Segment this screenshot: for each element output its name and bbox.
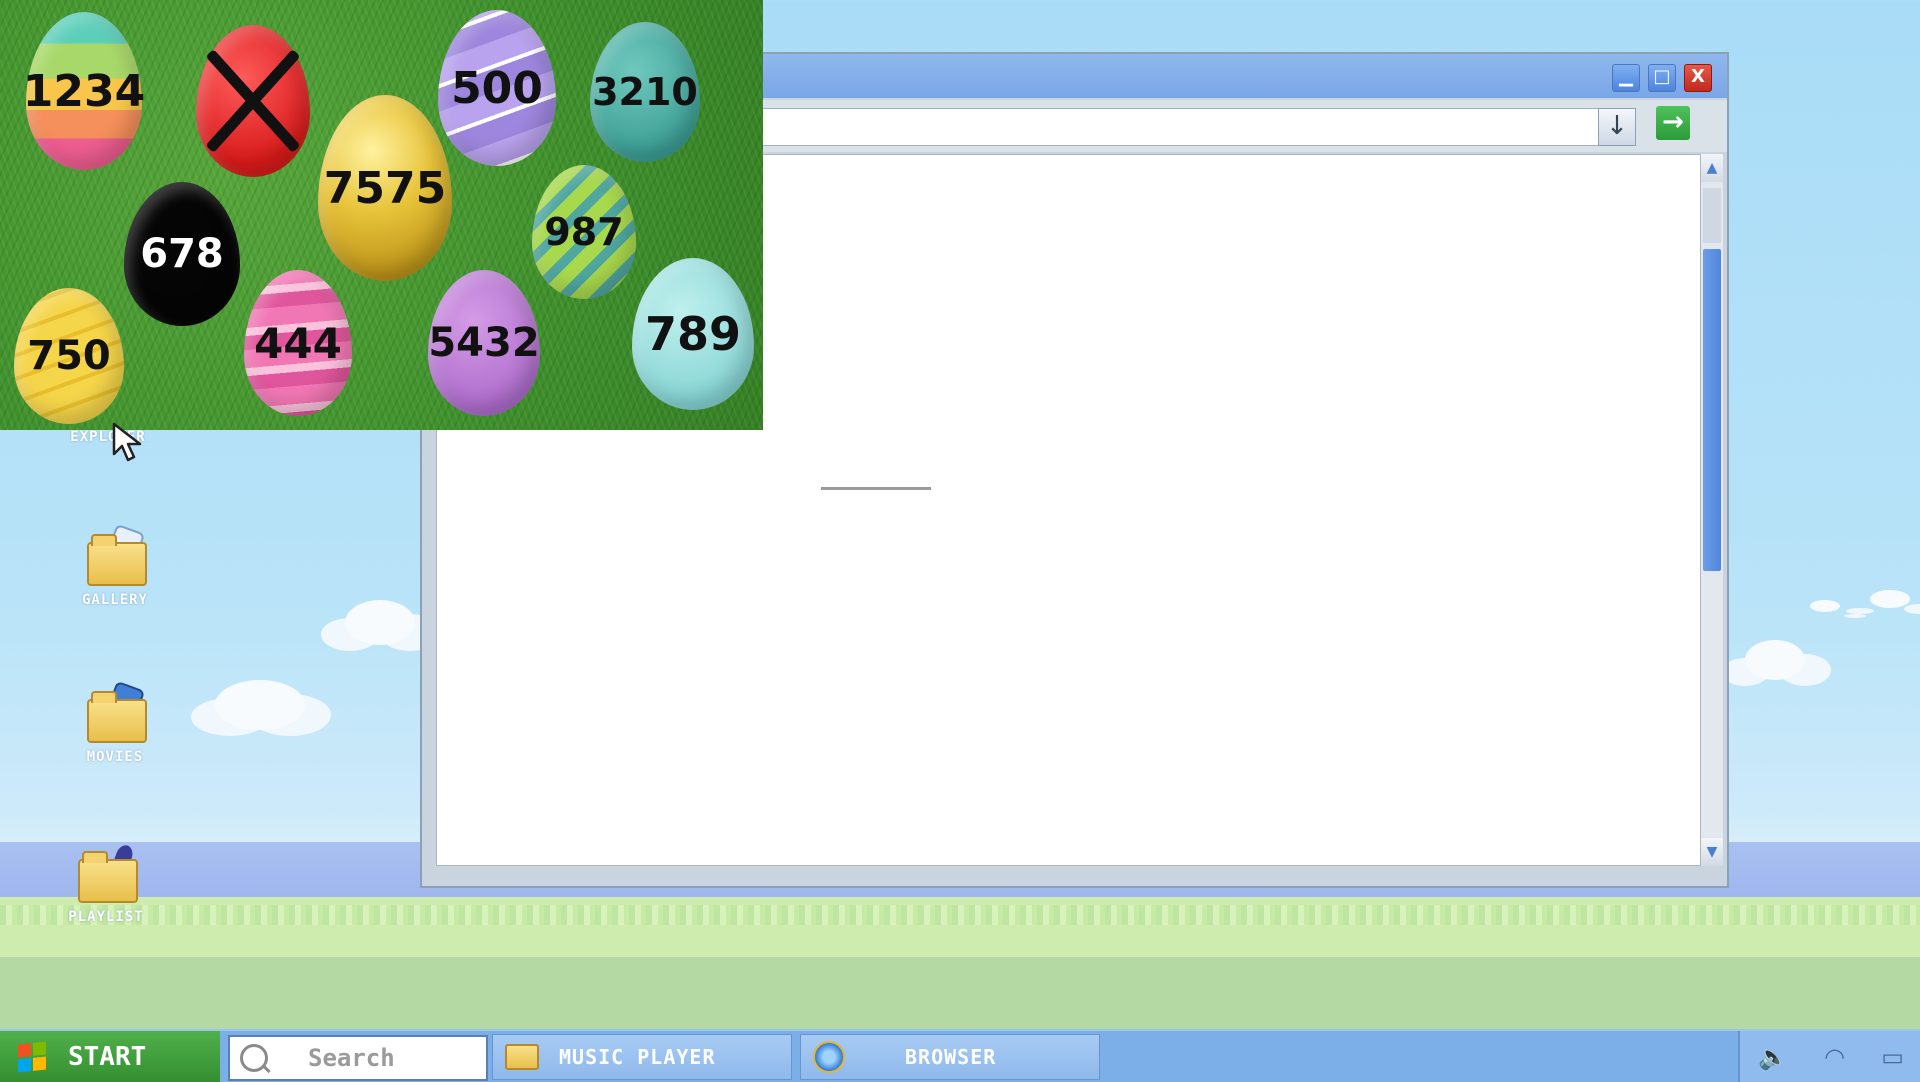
- scroll-up-icon[interactable]: ▲: [1701, 154, 1723, 182]
- cloud: [1870, 590, 1910, 608]
- scroll-down-icon[interactable]: ▼: [1701, 838, 1723, 866]
- egg-number: 987: [544, 210, 624, 254]
- egg-789[interactable]: 789: [632, 258, 754, 410]
- mouse-cursor-icon: [112, 422, 142, 462]
- task-label: BROWSER: [905, 1045, 997, 1069]
- egg-3210[interactable]: 3210: [590, 22, 700, 162]
- start-button[interactable]: START: [0, 1031, 220, 1082]
- volume-icon[interactable]: 🔈: [1758, 1043, 1788, 1071]
- desktop-icon-label: MOVIES: [86, 749, 144, 765]
- music-folder-icon: [505, 1044, 539, 1070]
- egg-number: 3210: [592, 70, 698, 114]
- task-browser[interactable]: BROWSER: [800, 1034, 1100, 1080]
- egg-number: 678: [140, 231, 224, 277]
- playlist-folder-icon: [74, 842, 138, 903]
- egg-678[interactable]: 678: [124, 182, 240, 326]
- egg-500[interactable]: 500: [438, 10, 556, 166]
- go-button[interactable]: →: [1656, 106, 1690, 140]
- task-music-player[interactable]: MUSIC PLAYER: [492, 1034, 792, 1080]
- desktop-icon-playlist[interactable]: PLAYLIST: [46, 842, 166, 925]
- egg-1234[interactable]: 1234: [22, 12, 146, 170]
- cloud: [345, 600, 415, 645]
- address-dropdown-button[interactable]: ↓: [1598, 108, 1636, 146]
- egg-number: 750: [27, 333, 111, 379]
- egg-number: 789: [644, 307, 742, 361]
- desktop-icon-gallery[interactable]: GALLERY: [55, 523, 175, 608]
- egg-number: 7575: [323, 162, 447, 214]
- egg-444[interactable]: 444: [244, 270, 352, 416]
- task-label: MUSIC PLAYER: [559, 1045, 716, 1069]
- desktop-icon-label: PLAYLIST: [68, 909, 144, 925]
- taskbar: START Search MUSIC PLAYER BROWSER 🔈 ◠ ▭: [0, 1029, 1920, 1082]
- grass-edge: [0, 905, 1920, 925]
- internet-explorer-icon: [813, 1041, 845, 1073]
- cloud: [215, 680, 305, 730]
- gallery-folder-icon: [83, 523, 147, 586]
- close-button[interactable]: X: [1684, 64, 1712, 92]
- system-tray: 🔈 ◠ ▭: [1738, 1031, 1920, 1082]
- egg-7575[interactable]: 7575: [318, 95, 452, 281]
- wifi-icon[interactable]: ◠: [1824, 1043, 1845, 1071]
- movies-folder-icon: [83, 680, 147, 743]
- minimize-button[interactable]: ▁: [1612, 64, 1640, 92]
- search-input[interactable]: Search: [308, 1044, 395, 1072]
- windows-logo-icon: [18, 1041, 46, 1072]
- desktop-icon-label: GALLERY: [81, 592, 148, 608]
- loading-indicator: [821, 487, 931, 490]
- egg-750[interactable]: 750: [14, 288, 124, 424]
- vertical-scrollbar[interactable]: ▲ ▼: [1700, 154, 1723, 866]
- egg-number: 5432: [428, 320, 540, 366]
- scroll-thumb[interactable]: [1703, 249, 1721, 571]
- egg-number: 500: [451, 62, 543, 114]
- search-icon: [240, 1044, 268, 1072]
- cloud: [1745, 640, 1805, 680]
- egg-red-crossed[interactable]: [196, 25, 310, 177]
- start-label: START: [68, 1041, 147, 1072]
- maximize-button[interactable]: □: [1648, 64, 1676, 92]
- search-box[interactable]: Search: [228, 1035, 488, 1081]
- notification-icon[interactable]: ▭: [1881, 1043, 1904, 1071]
- egg-5432[interactable]: 5432: [428, 270, 540, 416]
- egg-987[interactable]: 987: [532, 165, 636, 299]
- egg-number: 1234: [22, 65, 146, 117]
- scroll-track: [1703, 188, 1721, 243]
- cloud: [1810, 600, 1840, 612]
- egg-number: 444: [254, 318, 342, 368]
- desktop-icon-movies[interactable]: MOVIES: [55, 680, 175, 765]
- egg-game-panel: 1234 500 3210 7575 678 987 750 444 5432 …: [0, 0, 763, 430]
- meadow: [0, 957, 1920, 1029]
- crossed-out-icon: [196, 25, 310, 177]
